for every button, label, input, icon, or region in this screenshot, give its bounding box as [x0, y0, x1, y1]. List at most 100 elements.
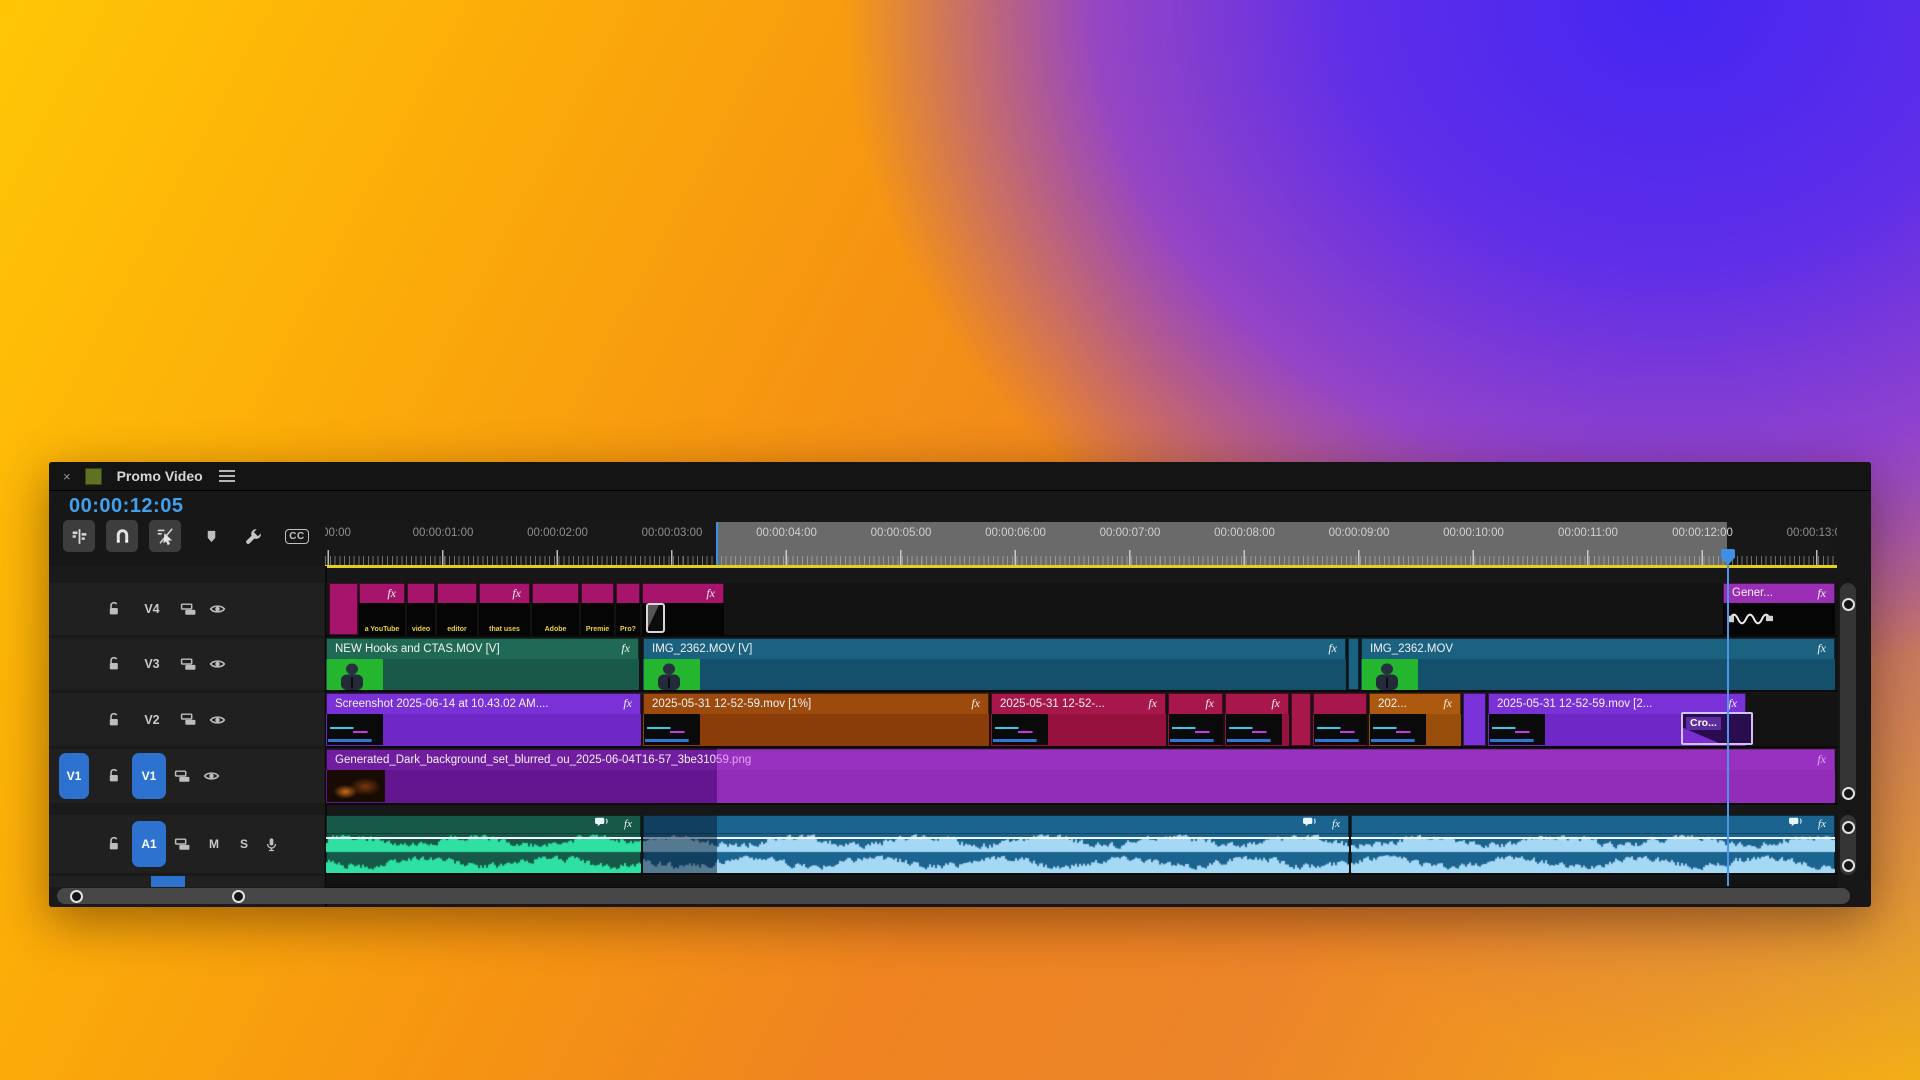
toggle-track-output[interactable]	[209, 601, 226, 618]
timeline-clip[interactable]: Screenshot 2025-06-14 at 10.43.02 AM....…	[326, 693, 641, 746]
clip-fx-badge[interactable]: fx	[1809, 818, 1835, 830]
clip-fx-badge[interactable]: fx	[1808, 641, 1835, 656]
dialogue-audio-badge-icon	[1789, 816, 1803, 828]
audio-gain-rubber-band[interactable]	[1351, 837, 1835, 839]
track-lock-toggle[interactable]	[105, 768, 122, 785]
clip-label: NEW Hooks and CTAS.MOV [V]	[326, 643, 612, 655]
clip-fx-badge[interactable]: fx	[614, 696, 641, 711]
clip-fx-badge[interactable]: fx	[615, 818, 641, 830]
track-target-v1[interactable]: V1	[132, 753, 166, 799]
panel-menu-icon[interactable]	[219, 470, 235, 482]
timeline-clip[interactable]: Generated_Dark_background_set_blurred_ou…	[326, 749, 1835, 803]
track-lock-toggle[interactable]	[105, 601, 122, 618]
timeline-clip[interactable]: fx	[642, 583, 724, 635]
source-patch-v1[interactable]: V1	[59, 753, 89, 799]
timeline-clip[interactable]: video	[407, 583, 435, 635]
selected-clip-cro[interactable]: Cro...	[1681, 712, 1753, 745]
horizontal-zoom-scrollbar[interactable]	[57, 888, 1850, 904]
clip-fx-badge[interactable]: fx	[1719, 696, 1746, 711]
clip-fx-badge[interactable]: fx	[1323, 818, 1349, 830]
playhead-line	[1727, 558, 1729, 886]
timeline-clip[interactable]: NEW Hooks and CTAS.MOV [V]fx	[326, 638, 639, 690]
clip-fx-badge[interactable]: fx	[1196, 696, 1223, 711]
clip-fx-badge[interactable]: fx	[962, 696, 989, 711]
track-lock-toggle[interactable]	[105, 656, 122, 673]
clip-fx-badge[interactable]: fx	[503, 586, 530, 601]
clip-fx-badge[interactable]: fx	[1808, 586, 1835, 601]
timeline-clip[interactable]: fx	[1225, 693, 1289, 746]
scrollbar-handle[interactable]	[1842, 787, 1855, 800]
timeline-clip[interactable]: 202...fx	[1369, 693, 1461, 746]
clip-fx-badge[interactable]: fx	[612, 641, 639, 656]
clip-fx-badge[interactable]: fx	[1139, 696, 1166, 711]
timeline-clip[interactable]	[1313, 693, 1367, 746]
timeline-clip[interactable]: fx	[326, 815, 641, 873]
add-marker-button[interactable]	[195, 520, 227, 552]
playhead-timecode[interactable]: 00:00:12:05	[69, 495, 183, 518]
scrollbar-handle[interactable]	[70, 890, 83, 903]
audio-gain-rubber-band[interactable]	[643, 837, 1349, 839]
timeline-clip[interactable]	[1348, 638, 1359, 690]
solo-track-button[interactable]: S	[233, 837, 255, 851]
timeline-clip[interactable]: that usesfx	[479, 583, 530, 635]
clip-fx-badge[interactable]: fx	[1434, 696, 1461, 711]
clip-fx-badge[interactable]: fx	[1319, 641, 1346, 656]
sync-lock-toggle[interactable]	[180, 711, 197, 728]
timeline-clip[interactable]	[1291, 693, 1311, 746]
timeline-clip[interactable]: 2025-05-31 12-52-59.mov [1%]fx	[643, 693, 989, 746]
timeline-clip[interactable]: editor	[437, 583, 477, 635]
track-target-a2[interactable]	[151, 876, 185, 887]
toggle-track-output[interactable]	[209, 656, 226, 673]
scrollbar-handle[interactable]	[1842, 859, 1855, 872]
nested-sequence-icon	[70, 527, 89, 546]
scrollbar-handle[interactable]	[232, 890, 245, 903]
timeline-clip[interactable]: 2025-05-31 12-52-...fx	[991, 693, 1166, 746]
audio-gain-rubber-band[interactable]	[326, 837, 641, 839]
sync-lock-toggle[interactable]	[180, 601, 197, 618]
magnet-snap-icon	[113, 527, 132, 546]
toggle-track-output[interactable]	[209, 711, 226, 728]
timeline-clip[interactable]	[1463, 693, 1486, 746]
track-target-a1[interactable]: A1	[132, 821, 166, 867]
time-ruler[interactable]: 00:00:0000:00:01:0000:00:02:0000:00:03:0…	[325, 522, 1837, 565]
caption-preview-text: editor	[437, 626, 477, 633]
timeline-clip[interactable]: fx	[643, 815, 1349, 873]
clip-label: 2025-05-31 12-52-59.mov [2...	[1488, 698, 1719, 710]
close-panel-button[interactable]: ×	[63, 469, 71, 484]
audio-tracks-scrollbar[interactable]	[1840, 815, 1856, 875]
timeline-clip[interactable]: Adobe	[532, 583, 579, 635]
clip-label: 2025-05-31 12-52-...	[991, 698, 1139, 710]
timeline-clip[interactable]: Premie	[581, 583, 614, 635]
cc-icon: CC	[285, 529, 308, 544]
unlocked-padlock-icon	[106, 601, 122, 617]
timeline-clip[interactable]: IMG_2362.MOVfx	[1361, 638, 1835, 690]
clip-fx-badge[interactable]: fx	[697, 586, 724, 601]
track-lock-toggle[interactable]	[105, 711, 122, 728]
timeline-clip[interactable]: fx	[1351, 815, 1835, 873]
sync-lock-toggle[interactable]	[174, 768, 191, 785]
nested-sequence-toggle-button[interactable]	[63, 520, 95, 552]
timeline-settings-button[interactable]	[237, 520, 269, 552]
timeline-clip[interactable]: fx	[1168, 693, 1223, 746]
timeline-clip[interactable]: Gener...fx	[1723, 583, 1835, 635]
timeline-clip[interactable]: Pro?	[616, 583, 640, 635]
clip-fx-badge[interactable]: fx	[378, 586, 405, 601]
clip-fx-badge[interactable]: fx	[1262, 696, 1289, 711]
track-lock-toggle[interactable]	[105, 836, 122, 853]
captions-button[interactable]: CC	[281, 520, 313, 552]
sync-lock-toggle[interactable]	[180, 656, 197, 673]
mute-track-button[interactable]: M	[203, 837, 225, 851]
video-tracks-scrollbar[interactable]	[1840, 583, 1856, 800]
wrench-icon	[244, 527, 263, 546]
sequence-tab-title[interactable]: Promo Video	[117, 468, 203, 484]
timeline-clip[interactable]: a YouTubefx	[359, 583, 405, 635]
scrollbar-handle[interactable]	[1842, 598, 1855, 611]
linked-selection-toggle-button[interactable]	[149, 520, 181, 552]
toggle-track-output[interactable]	[203, 768, 220, 785]
timeline-clip[interactable]	[329, 583, 358, 635]
voiceover-record-button[interactable]	[263, 836, 280, 853]
sync-lock-toggle[interactable]	[174, 836, 191, 853]
snap-toggle-button[interactable]	[106, 520, 138, 552]
scrollbar-handle[interactable]	[1842, 821, 1855, 834]
timeline-clip[interactable]: IMG_2362.MOV [V]fx	[643, 638, 1346, 690]
